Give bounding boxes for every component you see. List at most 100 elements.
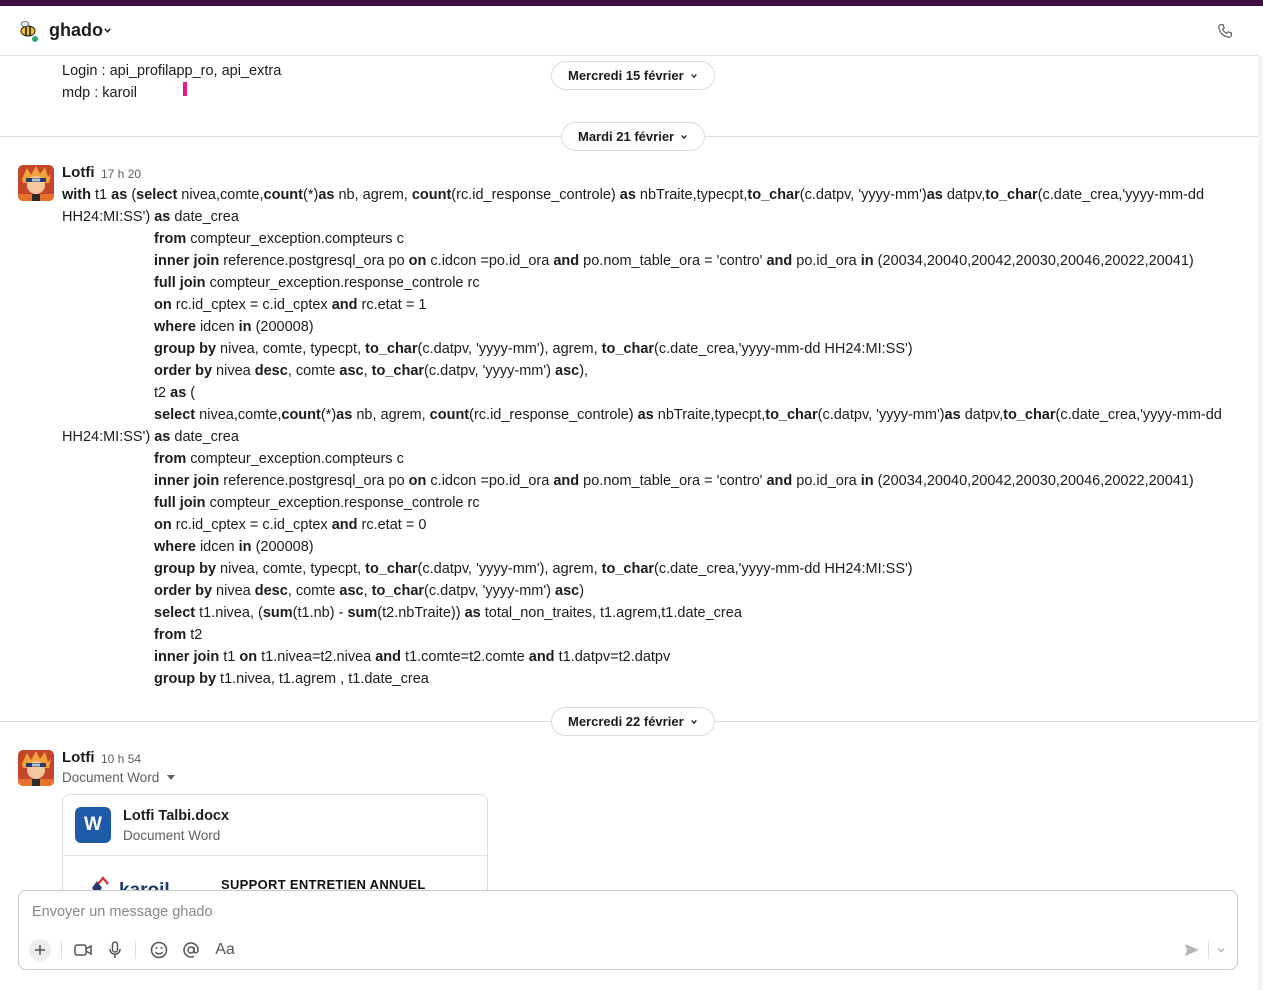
code-text: (*) — [320, 407, 337, 423]
code-keyword: and — [766, 253, 793, 269]
code-text: compteur_exception.compteurs c — [186, 451, 404, 467]
code-text: t2 — [154, 385, 171, 401]
code-keyword: as — [464, 605, 481, 621]
code-keyword: as — [944, 407, 961, 423]
code-text: , — [363, 363, 372, 379]
code-keyword: sum — [262, 605, 293, 621]
code-text: nivea, comte, typecpt, — [216, 561, 366, 577]
code-text: rc.etat = 0 — [357, 517, 427, 533]
code-text: po.id_ora — [792, 473, 861, 489]
code-text: t1 — [219, 649, 240, 665]
code-line: HH24:MI:SS') as date_crea — [62, 206, 1222, 228]
emoji-icon[interactable] — [148, 939, 170, 961]
code-line: where idcen in (200008) — [62, 536, 1222, 558]
workspace-name[interactable]: ghado — [49, 20, 103, 41]
code-line: select t1.nivea, (sum(t1.nb) - sum(t2.nb… — [62, 602, 1222, 624]
message-timestamp[interactable]: 10 h 54 — [101, 752, 141, 766]
code-keyword: as — [154, 429, 171, 445]
code-text: (c.datpv, 'yyyy-mm') — [799, 187, 927, 203]
message-input[interactable]: Envoyer un message ghado — [32, 904, 213, 920]
message-author[interactable]: Lotfi — [62, 749, 94, 766]
code-keyword: group by — [154, 671, 217, 687]
message-composer[interactable]: Envoyer un message ghado Aa — [18, 890, 1238, 970]
file-name[interactable]: Lotfi Talbi.docx — [123, 808, 229, 824]
plus-icon[interactable] — [29, 939, 51, 961]
code-keyword: in — [860, 253, 874, 269]
code-keyword: asc — [339, 363, 364, 379]
code-keyword: on — [408, 473, 427, 489]
message-author[interactable]: Lotfi — [62, 164, 94, 181]
message-timestamp[interactable]: 17 h 20 — [101, 167, 141, 181]
code-text: c.idcon =po.id_ora — [426, 253, 554, 269]
code-text: HH24:MI:SS') — [62, 209, 155, 225]
chevron-down-icon — [690, 719, 697, 724]
code-text: nbTraite,typecpt, — [653, 407, 766, 423]
code-keyword: and — [553, 473, 580, 489]
code-text: (c.date_crea,'yyyy-mm-dd HH24:MI:SS') — [654, 561, 913, 577]
code-keyword: in — [860, 473, 874, 489]
code-line: order by nivea desc, comte asc, to_char(… — [62, 360, 1222, 382]
date-divider-pill[interactable]: Mercredi 15 février — [551, 61, 715, 90]
code-keyword: and — [553, 253, 580, 269]
user-avatar[interactable] — [18, 165, 54, 201]
code-keyword: as — [619, 187, 636, 203]
mention-icon[interactable] — [180, 939, 202, 961]
chevron-down-icon — [690, 73, 697, 78]
code-keyword: asc — [555, 363, 580, 379]
code-keyword: asc — [339, 583, 364, 599]
code-text: po.id_ora — [792, 253, 861, 269]
code-text: date_crea — [170, 209, 239, 225]
code-keyword: order by — [154, 363, 213, 379]
code-line: t2 as ( — [62, 382, 1222, 404]
code-text: ) — [579, 583, 585, 599]
code-keyword: on — [154, 517, 172, 533]
code-keyword: select — [154, 407, 196, 423]
code-text: (c.date_crea,'yyyy-mm-dd — [1037, 187, 1205, 203]
microphone-icon[interactable] — [104, 939, 126, 961]
code-text: t1.nivea, ( — [195, 605, 263, 621]
word-document-icon: W — [75, 807, 111, 843]
code-text: date_crea — [170, 429, 239, 445]
code-text: (c.datpv, 'yyyy-mm'), agrem, — [417, 341, 602, 357]
code-text: nivea — [212, 363, 255, 379]
code-text: reference.postgresql_ora po — [219, 473, 409, 489]
code-text: (c.datpv, 'yyyy-mm') — [424, 363, 555, 379]
format-text-button[interactable]: Aa — [213, 939, 237, 961]
phone-icon[interactable] — [1216, 22, 1234, 40]
date-divider-pill[interactable]: Mardi 21 février — [561, 122, 706, 151]
code-text: (*) — [303, 187, 319, 203]
code-text: (c.date_crea,'yyyy-mm-dd HH24:MI:SS') — [654, 341, 913, 357]
file-subtitle-toggle[interactable]: Document Word — [62, 770, 176, 785]
user-avatar[interactable] — [18, 750, 54, 786]
send-icon[interactable] — [1181, 939, 1203, 961]
code-keyword: on — [154, 297, 172, 313]
code-line: full join compteur_exception.response_co… — [62, 272, 1222, 294]
code-text: t1 — [91, 187, 112, 203]
code-text: , — [363, 583, 372, 599]
code-line: from compteur_exception.compteurs c — [62, 448, 1222, 470]
video-icon[interactable] — [72, 939, 94, 961]
code-keyword: and — [375, 649, 402, 665]
code-text: nivea,comte, — [177, 187, 264, 203]
code-keyword: order by — [154, 583, 213, 599]
date-label: Mardi 21 février — [578, 129, 675, 144]
code-keyword: from — [154, 231, 187, 247]
code-keyword: to_char — [365, 561, 418, 577]
code-keyword: where — [154, 539, 196, 555]
code-keyword: and — [766, 473, 793, 489]
scrollbar[interactable] — [1258, 56, 1263, 990]
code-keyword: group by — [154, 341, 217, 357]
date-divider-pill[interactable]: Mercredi 22 février — [551, 707, 715, 736]
chevron-down-icon[interactable] — [103, 26, 112, 35]
code-text: (20034,20040,20042,20030,20046,20022,200… — [873, 253, 1194, 269]
code-text: (rc.id_response_controle) — [451, 187, 620, 203]
code-line: HH24:MI:SS') as date_crea — [62, 426, 1222, 448]
code-text: (200008) — [251, 319, 314, 335]
chevron-down-icon[interactable] — [1210, 939, 1232, 961]
file-subtitle-label: Document Word — [62, 770, 160, 785]
bee-workspace-icon — [20, 21, 39, 42]
code-keyword: select — [136, 187, 178, 203]
channel-header: ghado — [0, 6, 1258, 56]
code-keyword: inner join — [154, 473, 220, 489]
code-text: rc.id_cptex = c.id_cptex — [171, 297, 332, 313]
